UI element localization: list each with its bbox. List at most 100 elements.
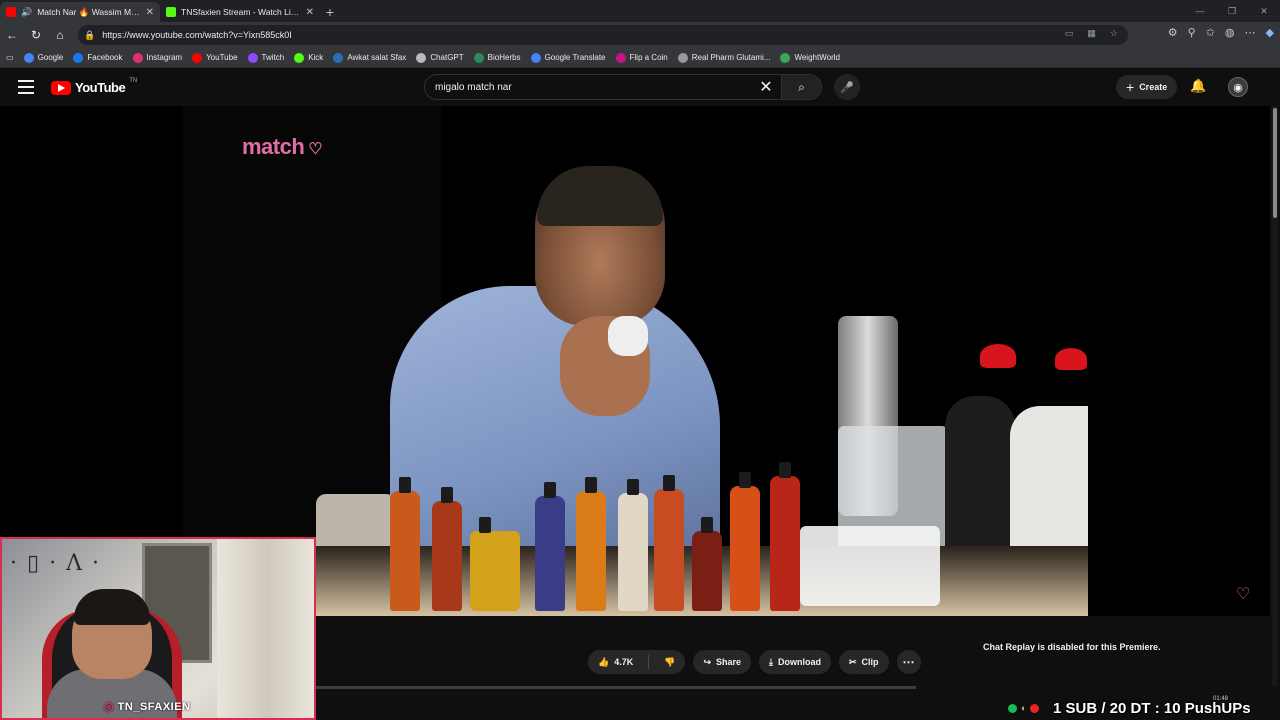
site-info-icon[interactable]: 🔒 (84, 30, 95, 41)
plus-icon: + (1126, 79, 1135, 95)
bookmark-kick[interactable]: Kick (294, 52, 323, 63)
weightworld-icon (780, 52, 791, 63)
notifications-bell-icon[interactable]: 🔔 (1190, 78, 1206, 94)
share-button[interactable]: ↪ Share (693, 650, 752, 674)
bookmark-flip-coin[interactable]: Flip a Coin (615, 52, 668, 63)
watermark-text: match (242, 134, 305, 159)
create-button[interactable]: + Create (1116, 75, 1178, 99)
search-input[interactable] (425, 75, 751, 99)
dislike-button[interactable]: 👎 (654, 650, 685, 674)
divider (648, 655, 650, 669)
profile-icon[interactable]: ◍ (1225, 26, 1235, 39)
bookmark-label: Flip a Coin (629, 53, 668, 62)
red-cap (980, 344, 1016, 368)
clip-button[interactable]: ✂ Clip (839, 650, 889, 674)
clip-label: Clip (861, 657, 879, 667)
share-icon: ↪ (703, 656, 711, 667)
home-icon[interactable]: ⌂ (48, 23, 72, 47)
bookmark-real-pharm[interactable]: Real Pharm Glutami... (677, 52, 771, 63)
spotify-icon[interactable] (1008, 703, 1017, 713)
account-avatar[interactable]: ◉ (1228, 77, 1248, 97)
extension-icon[interactable]: ⚲ (1188, 26, 1196, 39)
instagram-icon: ◎ (104, 701, 115, 713)
bookmark-label: WeightWorld (794, 53, 840, 62)
youtube-wordmark: YouTube (75, 80, 126, 95)
bookmark-bioherbs[interactable]: BioHerbs (473, 52, 521, 63)
hamburger-menu-icon[interactable] (18, 80, 34, 94)
page-scrollbar[interactable] (1272, 106, 1278, 686)
twitch-icon (247, 52, 258, 63)
bookmark-label: BioHerbs (487, 53, 521, 62)
video-letterbox (1088, 106, 1270, 616)
scissors-icon: ✂ (849, 656, 857, 667)
thumbs-up-icon: 👍 (598, 656, 610, 667)
url-bar[interactable]: 🔒 https://www.youtube.com/watch?v=Yixn58… (78, 25, 1128, 45)
minimize-icon[interactable]: — (1184, 0, 1216, 22)
steam-icon[interactable]: ◐ (1021, 703, 1026, 713)
reload-icon[interactable]: ↻ (24, 23, 48, 47)
copilot-icon[interactable]: ◆ (1266, 26, 1274, 39)
system-tray: ◐ (1008, 700, 1040, 716)
back-icon[interactable]: ← (0, 23, 24, 47)
bookmark-weightworld[interactable]: WeightWorld (780, 52, 840, 63)
bookmark-youtube[interactable]: YouTube (192, 52, 238, 63)
speaker-icon[interactable]: 🔊 (21, 7, 32, 18)
bookmark-twitch[interactable]: Twitch (247, 52, 284, 63)
streamer-hair (74, 589, 150, 625)
close-tab-icon[interactable]: ✕ (306, 7, 314, 18)
pharm-icon (677, 52, 688, 63)
extensions-icon[interactable]: ⚙ (1168, 26, 1178, 39)
record-icon[interactable] (1030, 703, 1040, 713)
close-window-icon[interactable]: ✕ (1248, 0, 1280, 22)
tab-youtube[interactable]: 🔊 Match Nar 🔥 Wassim Migal ✕ (0, 2, 160, 22)
maximize-icon[interactable]: ❐ (1216, 0, 1248, 22)
handle-text: TN_SFAXIEN (117, 701, 191, 713)
close-tab-icon[interactable]: ✕ (146, 7, 154, 18)
microphone-icon[interactable]: 🎤 (834, 74, 860, 100)
bookmark-awkat-salat[interactable]: Awkat salat Sfax (333, 52, 407, 63)
install-app-icon[interactable]: ▭ (1065, 28, 1074, 39)
reading-list-icon[interactable]: ▭ (6, 53, 14, 62)
bookmark-label: Google (37, 53, 64, 62)
tab-title: Match Nar 🔥 Wassim Migal (37, 6, 141, 17)
menu-dots-icon[interactable]: ⋯ (1245, 26, 1256, 39)
tab-kick[interactable]: TNSfaxien Stream - Watch Live o ✕ (160, 2, 320, 22)
bookmark-label: YouTube (206, 53, 238, 62)
bookmark-label: Real Pharm Glutami... (691, 53, 771, 62)
extensions-area: ⚙ ⚲ ✩ ◍ ⋯ ◆ (1168, 26, 1274, 39)
reader-icon[interactable]: ▦ (1087, 28, 1096, 39)
search-icon[interactable]: ⌕ (781, 75, 821, 99)
bookmark-label: Awkat salat Sfax (347, 53, 407, 62)
wall-decoration: ·▯·Λ· (10, 551, 109, 576)
clear-search-icon[interactable]: ✕ (751, 77, 781, 97)
leaf-icon (473, 52, 484, 63)
favorite-star-icon[interactable]: ☆ (1110, 28, 1118, 39)
scrollbar-thumb[interactable] (1273, 108, 1277, 218)
bookmark-google[interactable]: Google (23, 52, 64, 63)
channel-watermark-icon[interactable]: ♡ (1236, 584, 1250, 604)
new-tab-icon[interactable]: + (320, 2, 340, 22)
omnibox-actions: ▭ ▦ ☆ (1065, 28, 1118, 39)
google-icon (23, 52, 34, 63)
search-box: ✕ ⌕ (424, 74, 822, 100)
bookmarks-bar: ▭ Google Facebook Instagram YouTube Twit… (0, 48, 1280, 68)
download-button[interactable]: ⤓ Download (759, 650, 831, 674)
facebook-icon (73, 52, 84, 63)
country-code: TN (129, 77, 138, 84)
browser-tab-bar: 🔊 Match Nar 🔥 Wassim Migal ✕ TNSfaxien S… (0, 0, 1280, 22)
bookmark-facebook[interactable]: Facebook (73, 52, 123, 63)
stream-goal-text: 1 SUB / 20 DT : 10 PushUPs (1053, 700, 1251, 717)
youtube-favicon-icon (6, 7, 16, 17)
more-actions-icon[interactable]: ⋯ (896, 650, 921, 674)
match-watermark-logo: match ♡ (242, 134, 323, 160)
like-count: 4.7K (614, 657, 634, 667)
favorites-icon[interactable]: ✩ (1206, 26, 1215, 39)
bookmark-chatgpt[interactable]: ChatGPT (416, 52, 464, 63)
content-divider (316, 686, 916, 689)
like-button[interactable]: 👍 4.7K (588, 650, 643, 674)
prayer-times-icon (333, 52, 344, 63)
youtube-logo[interactable]: YouTube TN (51, 77, 138, 95)
bookmark-instagram[interactable]: Instagram (132, 52, 182, 63)
youtube-play-icon (51, 80, 71, 95)
bookmark-google-translate[interactable]: Google Translate (530, 52, 606, 63)
